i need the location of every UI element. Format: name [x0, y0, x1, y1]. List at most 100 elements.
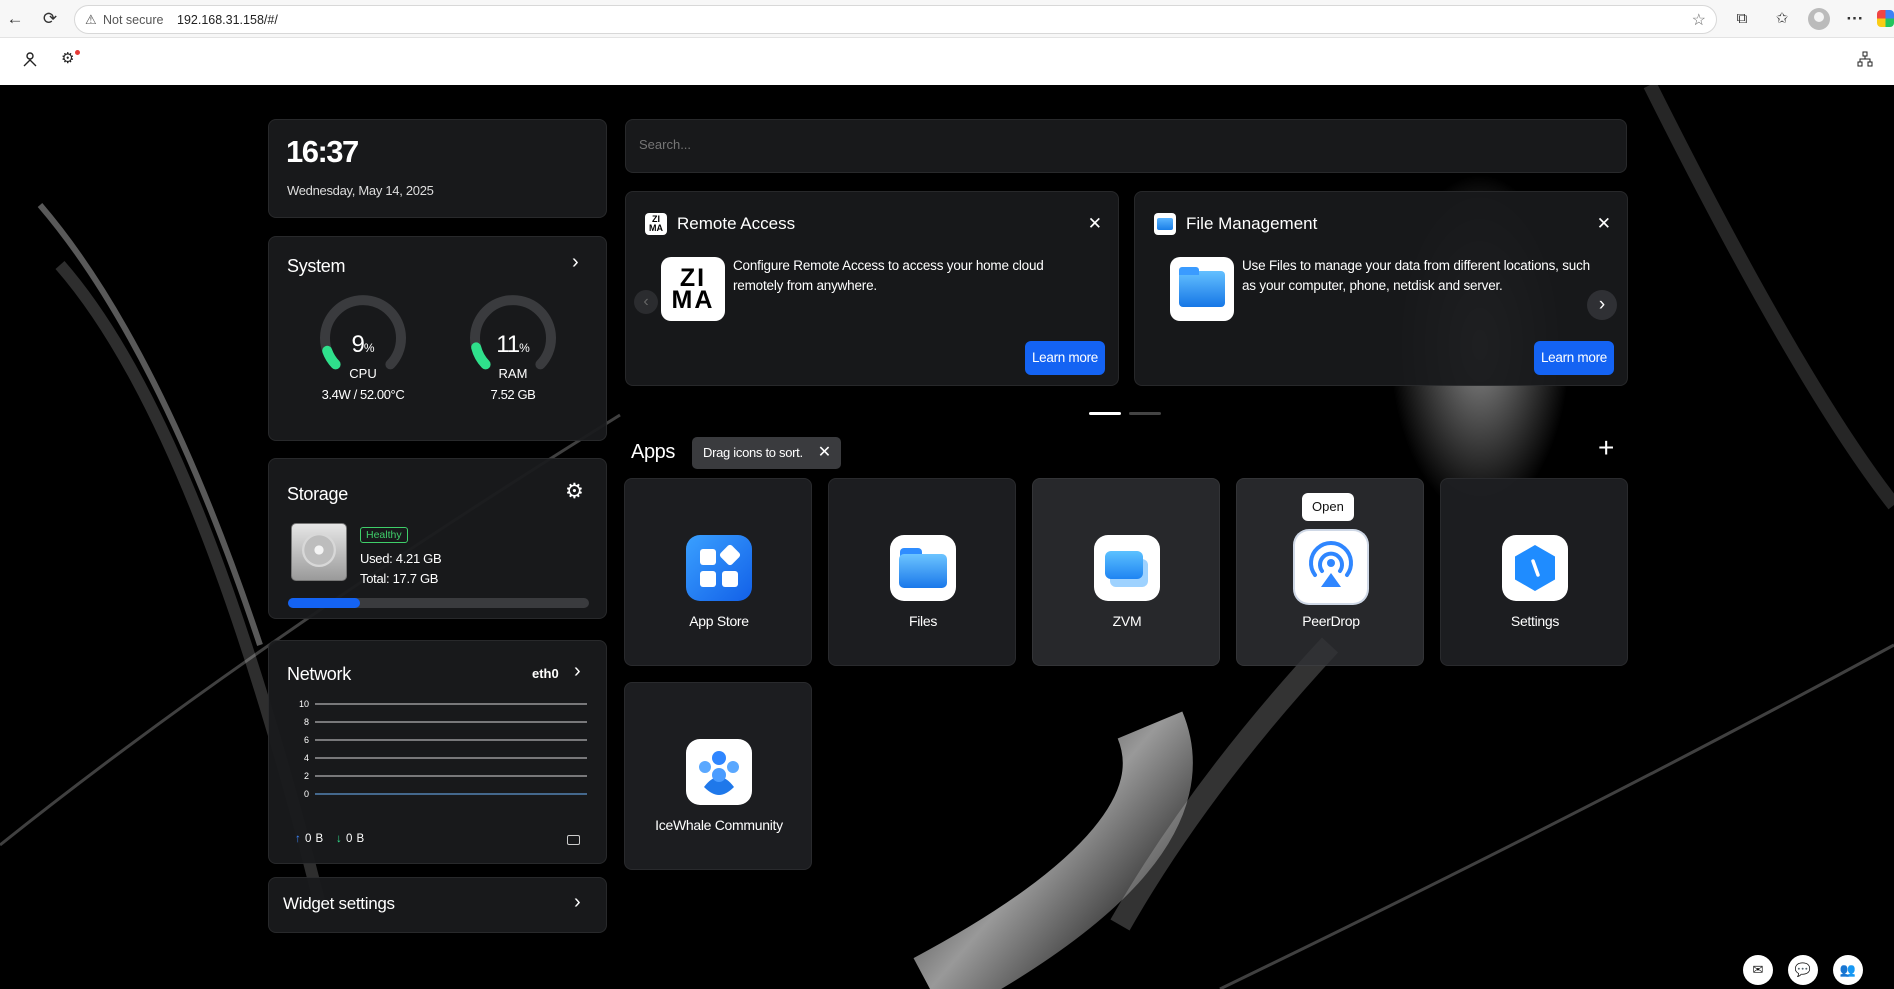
zima-logo-icon: ZI MA: [645, 213, 667, 235]
app-label: App Store: [689, 613, 749, 629]
network-chart-svg: 10 8 6 4 2 0: [299, 699, 587, 799]
cpu-label: CPU: [349, 366, 377, 381]
search-input[interactable]: [639, 137, 1539, 152]
cpu-power-temp: 3.4W / 52.00°C: [321, 387, 405, 402]
mail-icon[interactable]: ✉: [1743, 955, 1773, 985]
carousel-dot-active[interactable]: [1089, 412, 1121, 415]
user-account-icon[interactable]: [22, 51, 38, 67]
carousel-dot[interactable]: [1129, 412, 1161, 415]
copilot-icon[interactable]: [1877, 10, 1894, 27]
y-tick-label: 8: [304, 717, 309, 727]
storage-gear-icon[interactable]: ⚙: [565, 481, 584, 503]
network-topology-icon[interactable]: [1857, 51, 1873, 67]
network-interface[interactable]: eth0: [532, 666, 559, 681]
app-tile-settings[interactable]: Settings: [1440, 478, 1628, 666]
app-tile-app-store[interactable]: App Store: [624, 478, 812, 666]
app-label: IceWhale Community: [655, 817, 783, 833]
ram-percent: 11%: [496, 331, 530, 358]
file-management-learn-more-button[interactable]: Learn more: [1533, 341, 1614, 375]
status-badge: Healthy: [360, 527, 408, 543]
file-management-text: Use Files to manage your data from diffe…: [1242, 258, 1590, 293]
file-management-close-icon[interactable]: ✕: [1597, 214, 1611, 234]
ram-size: 7.52 GB: [490, 387, 536, 402]
favorites-icon[interactable]: ✩: [1770, 7, 1794, 31]
storage-used: Used: 4.21 GB: [360, 551, 442, 566]
upload-arrow-icon: ↑: [295, 833, 302, 845]
search-box[interactable]: [625, 119, 1627, 173]
favorite-star-icon[interactable]: ☆: [1692, 10, 1706, 30]
dashboard: 16:37 Wednesday, May 14, 2025 System › 9…: [0, 85, 1894, 989]
apps-title: Apps: [631, 441, 675, 463]
widget-settings-chevron-icon: ›: [574, 891, 581, 913]
drag-hint-tooltip: Drag icons to sort. ✕: [692, 437, 841, 469]
widget-settings-label: Widget settings: [283, 894, 395, 913]
app-store-icon: [686, 535, 752, 601]
add-app-icon[interactable]: +: [1598, 433, 1614, 463]
notification-dot: [75, 50, 80, 55]
carousel-next-icon[interactable]: ›: [1587, 290, 1617, 320]
carousel-prev-icon[interactable]: ‹: [634, 290, 658, 314]
address-bar[interactable]: ⚠ Not secure 192.168.31.158/#/ ☆: [74, 5, 1717, 34]
files-small-icon: [1154, 213, 1176, 235]
download-arrow-icon: ↓: [336, 833, 343, 845]
widget-settings-button[interactable]: Widget settings ›: [268, 877, 607, 933]
file-management-card: File Management ✕ Use Files to manage yo…: [1134, 191, 1628, 386]
remote-access-learn-more-button[interactable]: Learn more: [1024, 341, 1105, 375]
network-title: Network: [287, 664, 351, 684]
extensions-icon[interactable]: ⧉: [1730, 7, 1754, 31]
y-tick-label: 4: [304, 753, 309, 763]
chat-bubble-icon[interactable]: 💬: [1788, 955, 1818, 985]
app-tile-files[interactable]: Files: [828, 478, 1016, 666]
files-icon: [890, 535, 956, 601]
warning-icon: ⚠: [85, 12, 97, 27]
app-label: ZVM: [1112, 613, 1142, 629]
remote-access-card: ZI MA Remote Access ✕ ‹ ZI MA Configure …: [625, 191, 1119, 386]
remote-access-text: Configure Remote Access to access your h…: [733, 258, 1044, 293]
network-upload: ↑ 0 B: [295, 833, 324, 845]
storage-usage-fill: [288, 598, 361, 608]
clock-time: 16:37: [286, 134, 359, 169]
security-label: Not secure: [103, 13, 164, 27]
app-topbar: ⚙: [0, 38, 1894, 85]
reload-icon[interactable]: ⟳: [38, 7, 62, 31]
chart-toggle-icon[interactable]: [567, 835, 580, 845]
system-chevron-right-icon[interactable]: ›: [572, 251, 579, 274]
app-tile-peerdrop[interactable]: Open PeerDrop: [1236, 478, 1424, 666]
app-label: PeerDrop: [1302, 613, 1360, 629]
app-tile-zvm[interactable]: ZVM: [1032, 478, 1220, 666]
y-tick-label: 0: [304, 789, 309, 799]
network-widget: Network eth0 › 10 8 6 4 2 0 ↑ 0 B ↓ 0 B: [268, 640, 607, 864]
ram-label: RAM: [498, 366, 528, 381]
remote-access-close-icon[interactable]: ✕: [1088, 214, 1102, 234]
peerdrop-icon: [1295, 531, 1367, 603]
settings-app-icon: [1502, 535, 1568, 601]
app-label: Files: [908, 613, 938, 629]
y-tick-label: 2: [304, 771, 309, 781]
file-management-title: File Management: [1186, 214, 1318, 233]
network-chart: 10 8 6 4 2 0: [287, 699, 587, 799]
browser-toolbar: ← ⟳ ⚠ Not secure 192.168.31.158/#/ ☆ ⧉ ✩…: [0, 0, 1894, 38]
y-tick-label: 6: [304, 735, 309, 745]
storage-total: Total: 17.7 GB: [360, 571, 439, 586]
clock-date: Wednesday, May 14, 2025: [287, 183, 434, 198]
more-menu-icon[interactable]: ···: [1843, 7, 1867, 31]
storage-title: Storage: [287, 484, 348, 504]
y-tick-label: 10: [299, 699, 309, 709]
app-label: Settings: [1510, 613, 1560, 629]
storage-usage-bar: [288, 598, 589, 608]
back-icon[interactable]: ←: [3, 7, 27, 31]
files-folder-image: [1170, 257, 1234, 321]
system-title: System: [287, 256, 346, 276]
profile-avatar[interactable]: [1808, 8, 1830, 30]
system-widget: System › 9% CPU 3.4W / 52.00°C 11% RAM 7…: [268, 236, 607, 441]
url-text: 192.168.31.158/#/: [177, 13, 278, 27]
hint-close-icon[interactable]: ✕: [818, 437, 831, 469]
storage-widget: Storage ⚙ Healthy Used: 4.21 GB Total: 1…: [268, 458, 607, 619]
cpu-percent: 9%: [351, 331, 375, 358]
community-users-icon[interactable]: 👥: [1833, 955, 1863, 985]
clock-widget: 16:37 Wednesday, May 14, 2025: [268, 119, 607, 218]
app-tile-icewhale-community[interactable]: IceWhale Community: [624, 682, 812, 870]
hard-drive-icon: [291, 523, 347, 581]
open-tooltip: Open: [1302, 493, 1354, 521]
network-chevron-right-icon[interactable]: ›: [574, 660, 581, 683]
